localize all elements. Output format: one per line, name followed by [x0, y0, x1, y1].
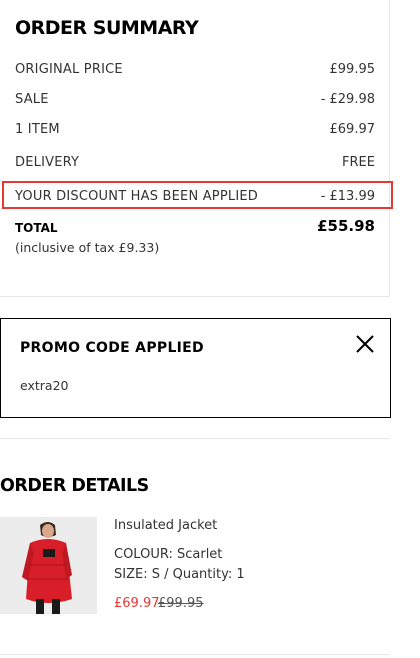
close-icon — [356, 335, 374, 353]
product-sale-price: £69.97 — [114, 596, 160, 611]
total-label: TOTAL — [15, 221, 58, 235]
product-size-quantity: SIZE: S / Quantity: 1 — [114, 567, 245, 582]
summary-row-value: - £13.99 — [320, 189, 375, 204]
remove-promo-button[interactable] — [352, 331, 378, 357]
tax-line: (inclusive of tax £9.33) — [15, 240, 160, 255]
red-jacket-product-image — [0, 517, 97, 614]
product-name[interactable]: Insulated Jacket — [114, 518, 217, 533]
summary-row-label: DELIVERY — [15, 155, 80, 170]
summary-row-value: - £29.98 — [320, 92, 375, 107]
promo-code-value: extra20 — [20, 378, 69, 393]
product-original-price: £99.95 — [158, 596, 204, 611]
summary-row-label: YOUR DISCOUNT HAS BEEN APPLIED — [15, 189, 258, 204]
promo-code-panel — [0, 318, 391, 418]
summary-row-value: £69.97 — [329, 122, 376, 137]
total-value: £55.98 — [317, 217, 375, 235]
summary-row-label: ORIGINAL PRICE — [15, 62, 123, 77]
section-divider — [0, 438, 390, 439]
summary-row-value: FREE — [342, 155, 375, 170]
summary-row-label: SALE — [15, 92, 49, 107]
order-details-title: ORDER DETAILS — [0, 476, 149, 496]
product-colour: COLOUR: Scarlet — [114, 547, 223, 562]
summary-row-label: 1 ITEM — [15, 122, 60, 137]
order-summary-title: ORDER SUMMARY — [15, 17, 199, 39]
bottom-divider — [0, 654, 390, 655]
summary-row-value: £99.95 — [329, 62, 376, 77]
product-image[interactable] — [0, 517, 97, 614]
promo-title: PROMO CODE APPLIED — [20, 340, 204, 356]
